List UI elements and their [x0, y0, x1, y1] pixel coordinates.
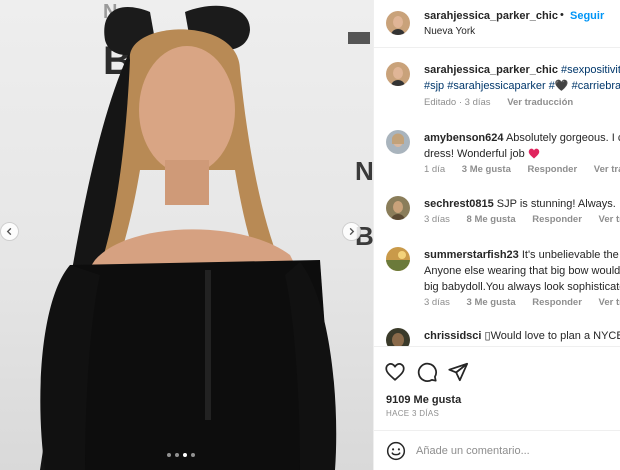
avatar[interactable] — [386, 62, 410, 86]
see-translation-link[interactable]: Ver traducción — [599, 214, 620, 225]
separator-dot: • — [560, 9, 564, 21]
carousel-next-button[interactable] — [342, 222, 361, 241]
caption-edited-time: Editado · 3 días — [424, 97, 491, 108]
carousel-dot-active — [183, 453, 187, 457]
comment-meta: 3 días 8 Me gusta Responder Ver traducci… — [424, 214, 620, 225]
reply-link[interactable]: Responder — [532, 214, 582, 225]
post-photo: B N N B — [40, 1, 373, 470]
post-location[interactable]: Nueva York — [424, 26, 475, 37]
carousel-indicator — [167, 453, 195, 457]
post-date: HACE 3 DÍAS — [386, 409, 440, 418]
comment-bubble-icon[interactable] — [416, 361, 438, 383]
carousel-dot — [167, 453, 171, 457]
avatar[interactable] — [386, 247, 410, 271]
comments-list[interactable]: sarahjessica_parker_chic #sexpositivity … — [374, 48, 620, 346]
comment-text: amybenson624 Absolutely gorgeous. I c dr… — [424, 130, 620, 164]
comment-text: summerstarfish23 It's unbelievable the l… — [424, 247, 620, 295]
comment-username[interactable]: sechrest0815 — [424, 198, 494, 210]
see-translation-link[interactable]: Ver traducción — [594, 164, 620, 175]
comment-time: 3 días — [424, 297, 450, 308]
chevron-left-icon — [5, 227, 14, 236]
comment-meta: 3 días 3 Me gusta Responder Ver traducci… — [424, 297, 620, 308]
post-header: sarahjessica_parker_chic • Seguir Nueva … — [374, 0, 620, 48]
post-media: B N N B — [0, 0, 373, 470]
carousel-prev-button[interactable] — [0, 222, 19, 241]
comment-username[interactable]: summerstarfish23 — [424, 249, 519, 261]
comment-line: SJP is stunning! Always. — [496, 198, 616, 210]
comment-meta: 1 día 3 Me gusta Responder Ver traducció… — [424, 164, 620, 175]
comment-line: Anyone else wearing that big bow would — [424, 265, 620, 277]
comment-time: 1 día — [424, 164, 446, 175]
comment-likes[interactable]: 3 Me gusta — [467, 297, 516, 308]
caption-meta: Editado · 3 días Ver traducción — [424, 97, 587, 108]
carousel-dot — [175, 453, 179, 457]
smiley-face-icon[interactable] — [386, 441, 406, 464]
see-translation-link[interactable]: Ver traducción — [599, 297, 620, 308]
heart-outline-icon[interactable] — [384, 361, 406, 383]
see-translation-link[interactable]: Ver traducción — [507, 97, 573, 108]
comment-time: 3 días — [424, 214, 450, 225]
red-heart-emoji-icon — [528, 148, 540, 164]
add-comment-bar — [374, 430, 620, 470]
comment-likes[interactable]: 8 Me gusta — [467, 214, 516, 225]
comment-likes[interactable]: 3 Me gusta — [462, 164, 511, 175]
comment-username[interactable]: chrissidsci — [424, 330, 481, 342]
comment-line: ▯Would love to plan a NYCB l — [484, 330, 620, 342]
follow-button[interactable]: Seguir — [570, 10, 604, 22]
reply-link[interactable]: Responder — [532, 297, 582, 308]
comment-text: chrissidsci ▯Would love to plan a NYCB l — [424, 328, 620, 344]
avatar[interactable] — [386, 196, 410, 220]
hashtag-links[interactable]: #sjp #sarahjessicaparker #🖤 #carriebrads… — [424, 80, 620, 92]
comment-line: big babydoll.You always look sophisticat… — [424, 281, 620, 293]
avatar[interactable] — [386, 11, 410, 35]
svg-text:N: N — [355, 156, 373, 186]
reply-link[interactable]: Responder — [528, 164, 578, 175]
comment-line: dress! Wonderful job — [424, 148, 525, 160]
avatar[interactable] — [386, 328, 410, 346]
comment-username[interactable]: amybenson624 — [424, 132, 503, 144]
comment-line: Absolutely gorgeous. I c — [505, 132, 620, 144]
carousel-dot — [191, 453, 195, 457]
avatar[interactable] — [386, 130, 410, 154]
caption-username[interactable]: sarahjessica_parker_chic — [424, 64, 558, 76]
likes-count[interactable]: 9109 Me gusta — [386, 394, 461, 406]
comment-line: It's unbelievable the l — [521, 249, 620, 261]
post-actions: 9109 Me gusta HACE 3 DÍAS — [374, 346, 620, 440]
caption-text: sarahjessica_parker_chic #sexpositivity … — [424, 62, 620, 94]
hashtag-link[interactable]: #sexpositivity — [561, 64, 620, 76]
post-sidebar: sarahjessica_parker_chic • Seguir Nueva … — [373, 0, 620, 470]
comment-text: sechrest0815 SJP is stunning! Always. — [424, 196, 620, 212]
comment-input[interactable] — [416, 440, 616, 462]
paper-plane-icon[interactable] — [447, 361, 469, 383]
chevron-right-icon — [347, 227, 356, 236]
post-username[interactable]: sarahjessica_parker_chic — [424, 10, 558, 22]
